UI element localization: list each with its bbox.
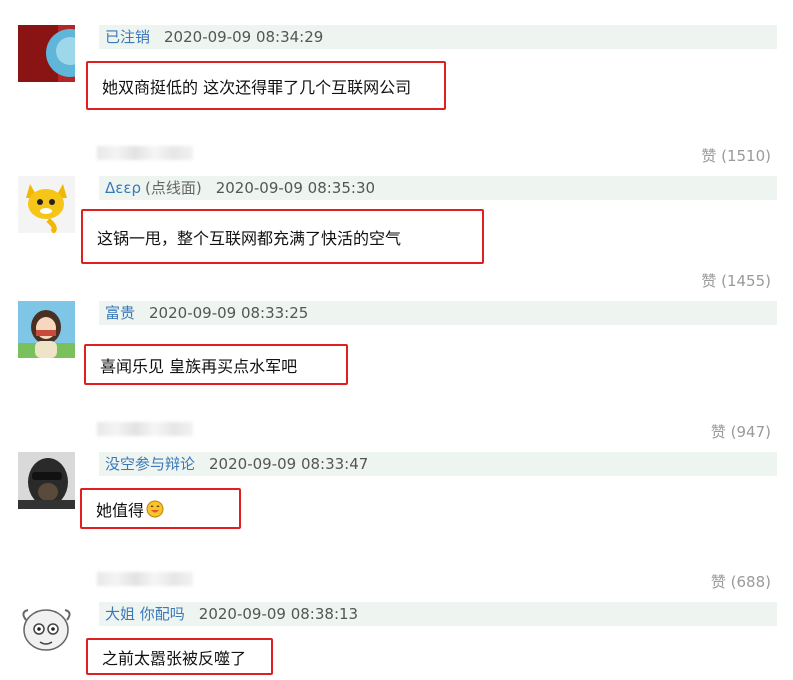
- comment-text-highlight: 她双商挺低的 这次还得罪了几个互联网公司: [86, 61, 446, 110]
- comment-meta: 已注销 2020-09-09 08:34:29: [99, 25, 777, 49]
- comment-meta: 富贵 2020-09-09 08:33:25: [99, 301, 777, 325]
- avatar[interactable]: [18, 25, 75, 82]
- comment-text-highlight: 喜闻乐见 皇族再买点水军吧: [84, 344, 348, 385]
- smile-emoji-icon: [146, 500, 164, 517]
- comment-text: 她值得: [96, 500, 145, 520]
- username-link[interactable]: 没空参与辩论: [105, 455, 195, 473]
- timestamp: 2020-09-09 08:33:47: [209, 455, 369, 473]
- user-alias: (点线面): [145, 179, 202, 197]
- timestamp: 2020-09-09 08:34:29: [164, 28, 324, 46]
- blurred-reply-text: [97, 146, 193, 160]
- timestamp: 2020-09-09 08:33:25: [149, 304, 309, 322]
- comment-meta: 没空参与辩论 2020-09-09 08:33:47: [99, 452, 777, 476]
- avatar[interactable]: [18, 602, 75, 659]
- avatar-sunglasses-icon: [18, 452, 75, 509]
- avatar[interactable]: [18, 301, 75, 358]
- like-button[interactable]: 赞 (1510): [701, 145, 771, 166]
- timestamp: 2020-09-09 08:38:13: [198, 605, 359, 623]
- username-link[interactable]: 富贵: [105, 304, 135, 322]
- avatar-photo-icon: [18, 25, 75, 82]
- username-link[interactable]: 大姐 你配吗: [105, 605, 185, 623]
- like-button[interactable]: 赞 (947): [711, 421, 771, 442]
- comment-meta: 大姐 你配吗 2020-09-09 08:38:13: [99, 602, 777, 626]
- comment-text-highlight: 她值得: [80, 488, 241, 529]
- like-button[interactable]: 赞 (1455): [701, 270, 771, 291]
- comment-text: 这锅一甩，整个互联网都充满了快活的空气: [97, 228, 402, 248]
- blurred-reply-text: [97, 422, 193, 436]
- comment-text: 喜闻乐见 皇族再买点水军吧: [100, 356, 298, 376]
- comment-text-highlight: 这锅一甩，整个互联网都充满了快活的空气: [81, 209, 484, 264]
- avatar[interactable]: [18, 176, 75, 233]
- comment-text: 她双商挺低的 这次还得罪了几个互联网公司: [102, 77, 412, 97]
- avatar-fox-icon: [18, 176, 75, 233]
- username-link[interactable]: 已注销: [105, 28, 150, 46]
- avatar-girl-icon: [18, 301, 75, 358]
- comment-text: 之前太嚣张被反噬了: [102, 648, 247, 668]
- blurred-reply-text: [97, 572, 193, 586]
- timestamp: 2020-09-09 08:35:30: [215, 179, 376, 197]
- comment-meta: Δεερ (点线面) 2020-09-09 08:35:30: [99, 176, 777, 200]
- avatar-sheep-icon: [18, 602, 75, 659]
- comment-text-highlight: 之前太嚣张被反噬了: [86, 638, 273, 675]
- like-button[interactable]: 赞 (688): [711, 571, 771, 592]
- username-link[interactable]: Δεερ: [105, 179, 141, 197]
- avatar[interactable]: [18, 452, 75, 509]
